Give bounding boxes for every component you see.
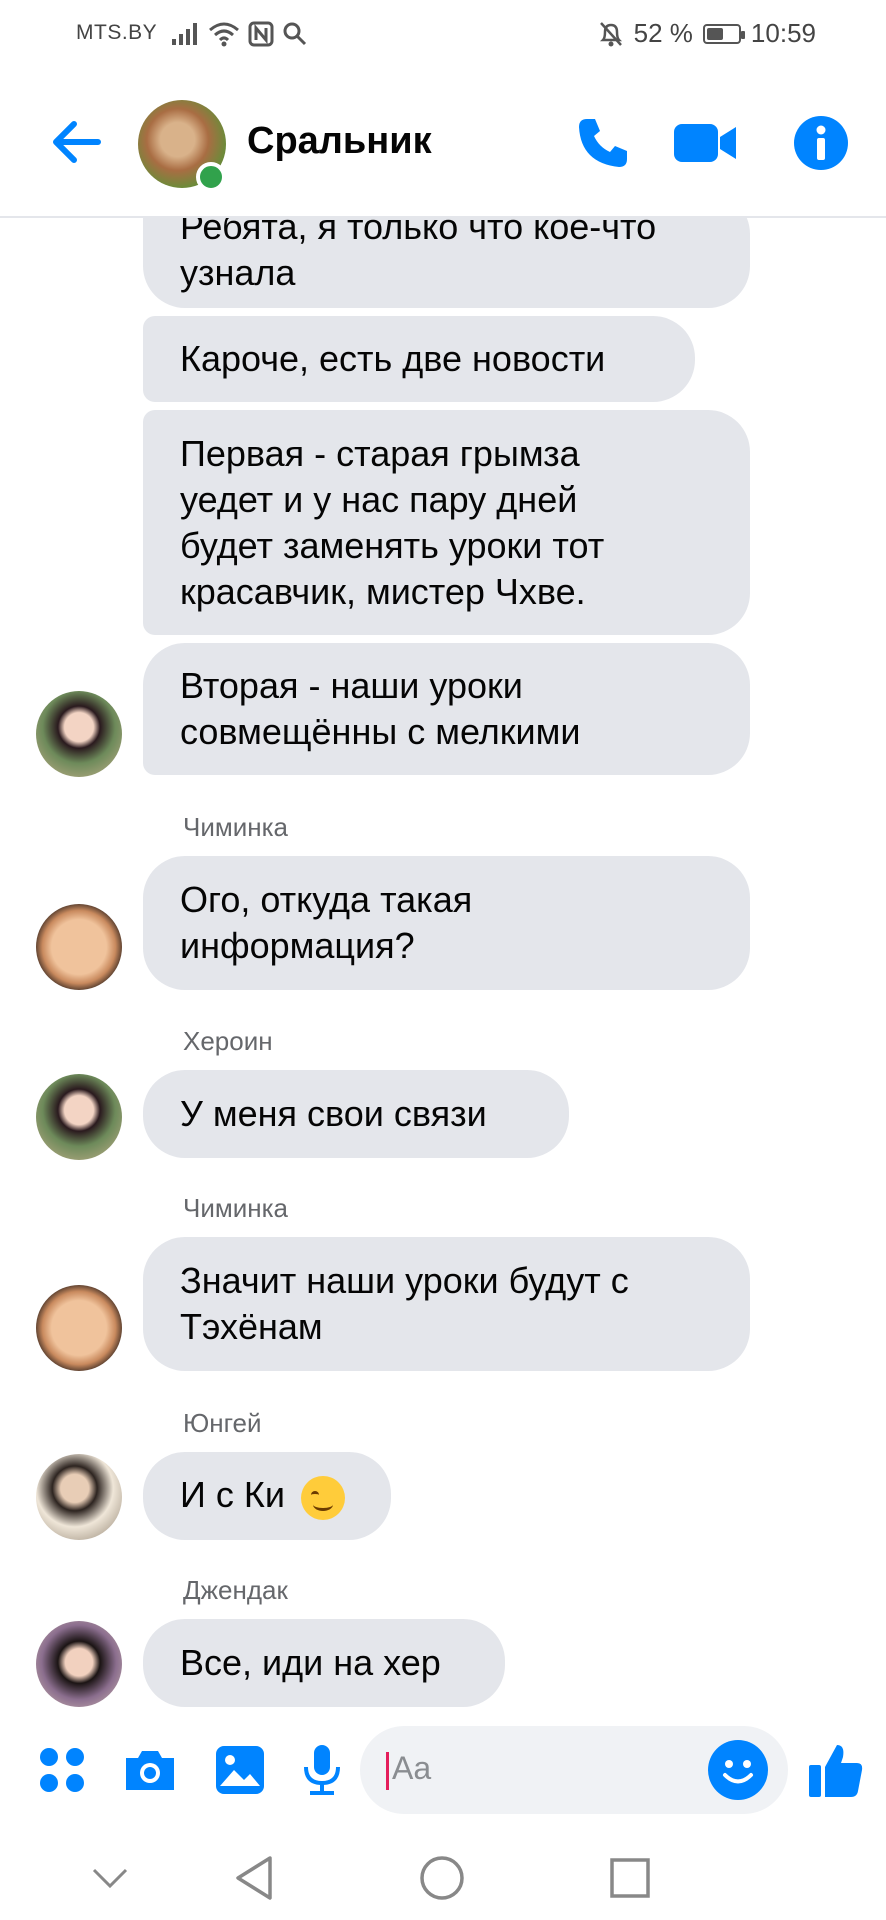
message-bubble[interactable]: И с Ки <box>143 1452 391 1540</box>
message-text: информация? <box>180 925 415 966</box>
info-icon <box>794 116 848 170</box>
message-text: Ребята, я только что кое-что <box>180 218 657 247</box>
apps-button[interactable] <box>32 1740 92 1800</box>
sender-name: Юнгей <box>183 1408 262 1438</box>
message-text: Ого, откуда такая <box>180 879 473 920</box>
message-text: Вторая - наши уроки <box>180 665 523 706</box>
video-call-button[interactable] <box>672 110 738 176</box>
search-icon <box>283 22 307 46</box>
message-bubble[interactable]: Значит наши уроки будут с Тэхёнам <box>143 1237 750 1371</box>
message-list[interactable]: Ребята, я только что кое-что узнала Каро… <box>0 218 886 1710</box>
status-bar: MTS.BY 52 % 10:59 <box>0 0 886 70</box>
video-icon <box>674 124 736 162</box>
nav-home-button[interactable] <box>414 1850 470 1906</box>
gallery-button[interactable] <box>210 1740 270 1800</box>
camera-button[interactable] <box>120 1740 180 1800</box>
chat-header: Сральник <box>0 70 886 218</box>
message-bubble[interactable]: Кароче, есть две новости <box>143 316 695 402</box>
message-text: узнала <box>180 252 296 293</box>
message-text: будет заменять уроки тот <box>180 524 605 566</box>
online-status-dot <box>196 162 226 192</box>
call-button[interactable] <box>570 110 636 176</box>
status-right: 52 % 10:59 <box>598 18 816 49</box>
recents-square-icon <box>610 1858 650 1898</box>
apps-icon <box>40 1748 84 1792</box>
mute-icon <box>599 21 622 46</box>
message-bubble[interactable]: Первая - старая грымза уедет и у нас пар… <box>143 410 750 635</box>
sender-name: Джендак <box>183 1575 288 1605</box>
message-text: Первая - старая грымза <box>180 432 580 474</box>
hide-keyboard-button[interactable] <box>82 1850 138 1906</box>
message-text: уедет и у нас пару дней <box>180 478 578 520</box>
message-input[interactable]: Aa <box>360 1726 788 1814</box>
battery-icon <box>702 23 745 44</box>
emoji-icon <box>723 1760 753 1784</box>
smiling-face-emoji-icon <box>300 1475 345 1520</box>
message-bubble[interactable]: Ого, откуда такая информация? <box>143 856 750 990</box>
info-button[interactable] <box>788 110 854 176</box>
wifi-icon <box>209 22 239 47</box>
message-text: И с Ки <box>180 1474 285 1516</box>
sender-name: Хероин <box>183 1026 273 1056</box>
message-text: красавчик, мистер Чхве. <box>180 570 586 612</box>
avatar[interactable] <box>36 1285 122 1371</box>
message-text: Значит наши уроки будут с <box>180 1260 629 1301</box>
chat-title[interactable]: Сральник <box>247 120 432 163</box>
message-text: Все, иди на хер <box>180 1642 441 1683</box>
message-text: совмещённы с мелкими <box>180 711 581 752</box>
microphone-icon <box>304 1745 340 1795</box>
camera-icon <box>126 1751 174 1790</box>
back-triangle-icon <box>236 1856 272 1900</box>
gallery-icon <box>216 1746 264 1794</box>
nfc-icon <box>248 21 274 47</box>
signal-icon <box>172 23 197 45</box>
like-button[interactable] <box>806 1740 866 1800</box>
battery-fill <box>706 27 723 40</box>
emoji-button[interactable] <box>708 1740 768 1800</box>
phone-icon <box>579 119 627 167</box>
avatar[interactable] <box>36 1074 122 1160</box>
chevron-down-icon <box>92 1868 128 1889</box>
clock: 10:59 <box>750 18 816 48</box>
carrier-label: MTS.BY <box>76 21 158 44</box>
battery-percent: 52 % <box>633 18 693 48</box>
like-icon <box>809 1745 863 1797</box>
message-text: Кароче, есть две новости <box>180 338 606 379</box>
message-bubble[interactable]: Вторая - наши уроки совмещённы с мелкими <box>143 643 750 775</box>
sender-name: Чиминка <box>183 812 289 842</box>
composer-bar: Aa <box>0 1710 886 1830</box>
nav-back-button[interactable] <box>226 1850 282 1906</box>
back-arrow-icon <box>53 121 101 163</box>
nav-recents-button[interactable] <box>602 1850 658 1906</box>
avatar[interactable] <box>36 691 122 777</box>
message-bubble[interactable]: Ребята, я только что кое-что узнала <box>143 218 750 308</box>
text-cursor <box>386 1752 389 1790</box>
status-left-icons <box>170 18 308 50</box>
message-bubble[interactable]: У меня свои связи <box>143 1070 569 1158</box>
back-button[interactable] <box>48 114 104 170</box>
message-bubble[interactable]: Все, иди на хер <box>143 1619 505 1707</box>
message-input-placeholder: Aa <box>392 1750 432 1786</box>
avatar[interactable] <box>36 1454 122 1540</box>
system-nav-bar <box>0 1830 886 1920</box>
avatar[interactable] <box>36 1621 122 1707</box>
message-text: У меня свои связи <box>180 1093 487 1134</box>
message-text-row: И с Ки <box>180 1472 354 1520</box>
message-text: Тэхёнам <box>180 1306 323 1347</box>
home-circle-icon <box>420 1856 464 1900</box>
avatar[interactable] <box>36 904 122 990</box>
sender-name: Чиминка <box>183 1193 289 1223</box>
voice-button[interactable] <box>292 1740 352 1800</box>
